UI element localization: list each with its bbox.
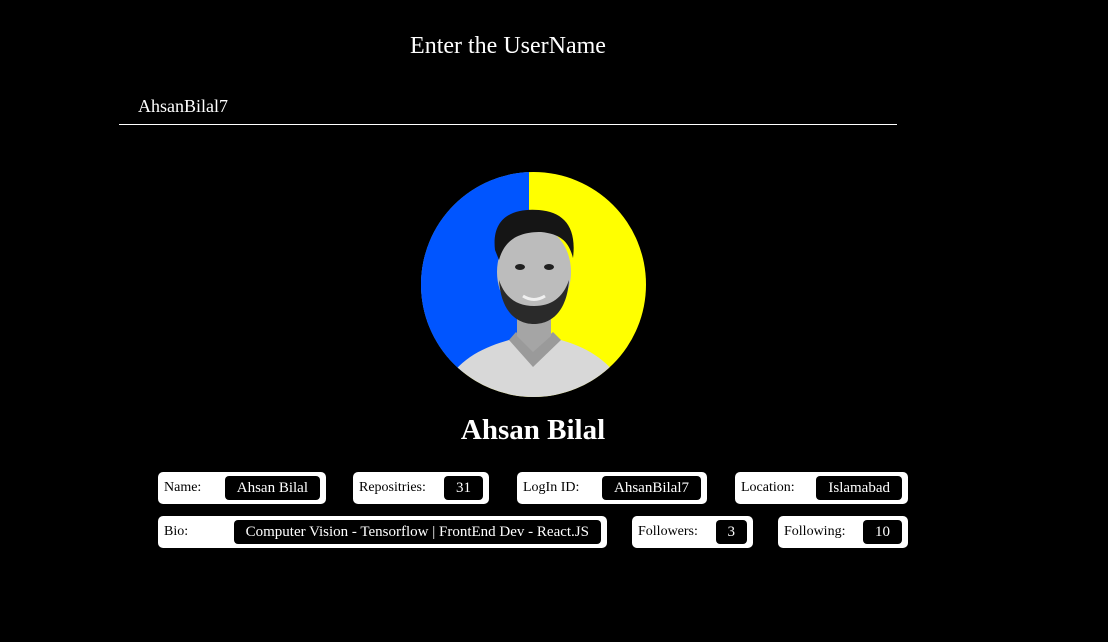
name-label: Name: <box>164 480 202 495</box>
avatar <box>421 172 646 397</box>
login-label: LogIn ID: <box>523 480 580 495</box>
profile-name: Ahsan Bilal <box>460 414 606 446</box>
location-label: Location: <box>741 480 795 495</box>
github-profile-page: Enter the UserName Ahsan Bilal N <box>0 0 1108 642</box>
repositories-card: Repositries: 31 <box>353 472 489 504</box>
bio-value: Computer Vision - Tensorflow | FrontEnd … <box>233 520 601 544</box>
following-card: Following: 10 <box>778 516 908 548</box>
username-input[interactable] <box>119 88 897 125</box>
repositories-value: 31 <box>444 476 483 500</box>
profile-photo-icon <box>421 172 646 397</box>
following-label: Following: <box>784 524 846 539</box>
name-card: Name: Ahsan Bilal <box>158 472 326 504</box>
bio-label: Bio: <box>164 524 189 539</box>
page-title: Enter the UserName <box>410 33 606 59</box>
followers-card: Followers: 3 <box>632 516 753 548</box>
bio-card: Bio: Computer Vision - Tensorflow | Fron… <box>158 516 607 548</box>
location-value: Islamabad <box>816 476 902 500</box>
login-card: LogIn ID: AhsanBilal7 <box>517 472 707 504</box>
following-value: 10 <box>863 520 902 544</box>
name-value: Ahsan Bilal <box>224 476 320 500</box>
followers-value: 3 <box>715 520 747 544</box>
location-card: Location: Islamabad <box>735 472 908 504</box>
login-value: AhsanBilal7 <box>602 476 701 500</box>
followers-label: Followers: <box>638 524 698 539</box>
repositories-label: Repositries: <box>359 480 426 495</box>
